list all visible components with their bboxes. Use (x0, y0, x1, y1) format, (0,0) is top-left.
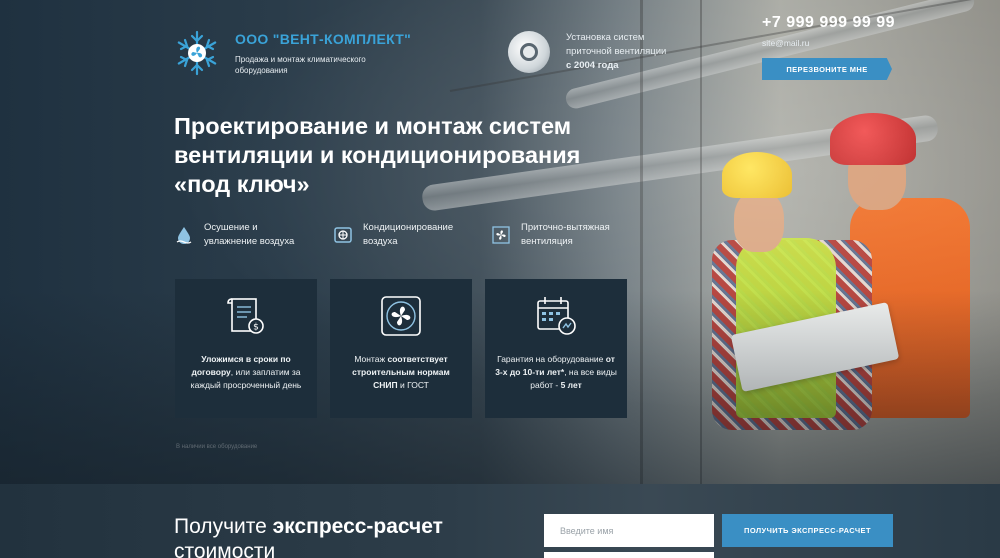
phone-number[interactable]: +7 999 999 99 99 (762, 14, 895, 32)
fan-icon (492, 226, 510, 244)
gear-badge-icon (508, 31, 550, 73)
card-bold-text: договору (191, 367, 231, 377)
name-input[interactable] (544, 514, 714, 547)
express-calc-title: Получите экспресс-расчет стоимости (174, 514, 443, 558)
photo-caption: В наличии все оборудование (176, 444, 258, 450)
title-normal-part: Получите (174, 515, 273, 538)
title-line: «под ключ» (174, 171, 310, 197)
feature-air-conditioning: Кондиционирование воздуха (333, 221, 453, 249)
air-conditioner-icon (334, 227, 352, 243)
card-bold-text: 5 лет (560, 380, 582, 390)
since-line: приточной вентиляции (566, 46, 667, 57)
humidity-icon (176, 227, 192, 244)
advantage-card-standards: Монтаж соответствует строительным нормам… (330, 279, 472, 418)
calendar-icon (537, 297, 576, 335)
advantage-card-deadlines: $ Уложимся в сроки по договору, или запл… (175, 279, 317, 418)
express-calc-button[interactable]: ПОЛУЧИТЬ ЭКСПРЕСС-РАСЧЕТ (722, 514, 893, 547)
card-plain-text: Гарантия на оборудование (497, 354, 606, 364)
title-end-part: стоимости (174, 540, 276, 558)
title-bold-part: экспресс-расчет (272, 515, 443, 538)
feature-ventilation: Приточно-вытяжная вентиляция (491, 221, 610, 249)
feature-label: Осушение и (204, 222, 258, 233)
since-line-bold: с 2004 года (566, 60, 619, 71)
email-link[interactable]: site@mail.ru (762, 38, 809, 48)
card-text: Уложимся в сроки по договору, или заплат… (184, 353, 308, 392)
company-name: ООО "ВЕНТ-КОМПЛЕКТ" (235, 31, 412, 47)
since-text: Установка систем приточной вентиляции с … (566, 31, 696, 73)
feature-label: воздуха (363, 236, 398, 247)
page-title: Проектирование и монтаж систем вентиляци… (174, 112, 654, 199)
feature-humidity: Осушение и увлажнение воздуха (174, 221, 294, 249)
phone-input[interactable] (544, 552, 714, 558)
snowflake-logo-icon[interactable] (174, 30, 220, 76)
title-line: вентиляции и кондиционирования (174, 142, 581, 168)
callback-button[interactable]: ПЕРЕЗВОНИТЕ МНЕ (762, 58, 892, 80)
card-bold-text: Уложимся в сроки по (201, 354, 291, 364)
feature-label: Приточно-вытяжная (521, 222, 610, 233)
card-text: Монтаж соответствует строительным нормам… (339, 353, 463, 392)
feature-label: увлажнение воздуха (204, 236, 295, 247)
title-line: Проектирование и монтаж систем (174, 113, 572, 139)
card-plain-text: Монтаж (354, 354, 386, 364)
feature-label: вентиляция (521, 236, 573, 247)
since-line: Установка систем (566, 32, 645, 43)
svg-text:$: $ (253, 323, 259, 333)
feature-label: Кондиционирование (363, 222, 454, 233)
company-description: Продажа и монтаж климатического оборудов… (235, 55, 366, 75)
card-text: Гарантия на оборудование от 3-х до 10-ти… (494, 353, 618, 392)
contract-icon: $ (227, 298, 264, 334)
fan-box-icon (381, 296, 421, 336)
advantage-card-warranty: Гарантия на оборудование от 3-х до 10-ти… (485, 279, 627, 418)
card-plain-text: и ГОСТ (397, 380, 429, 390)
